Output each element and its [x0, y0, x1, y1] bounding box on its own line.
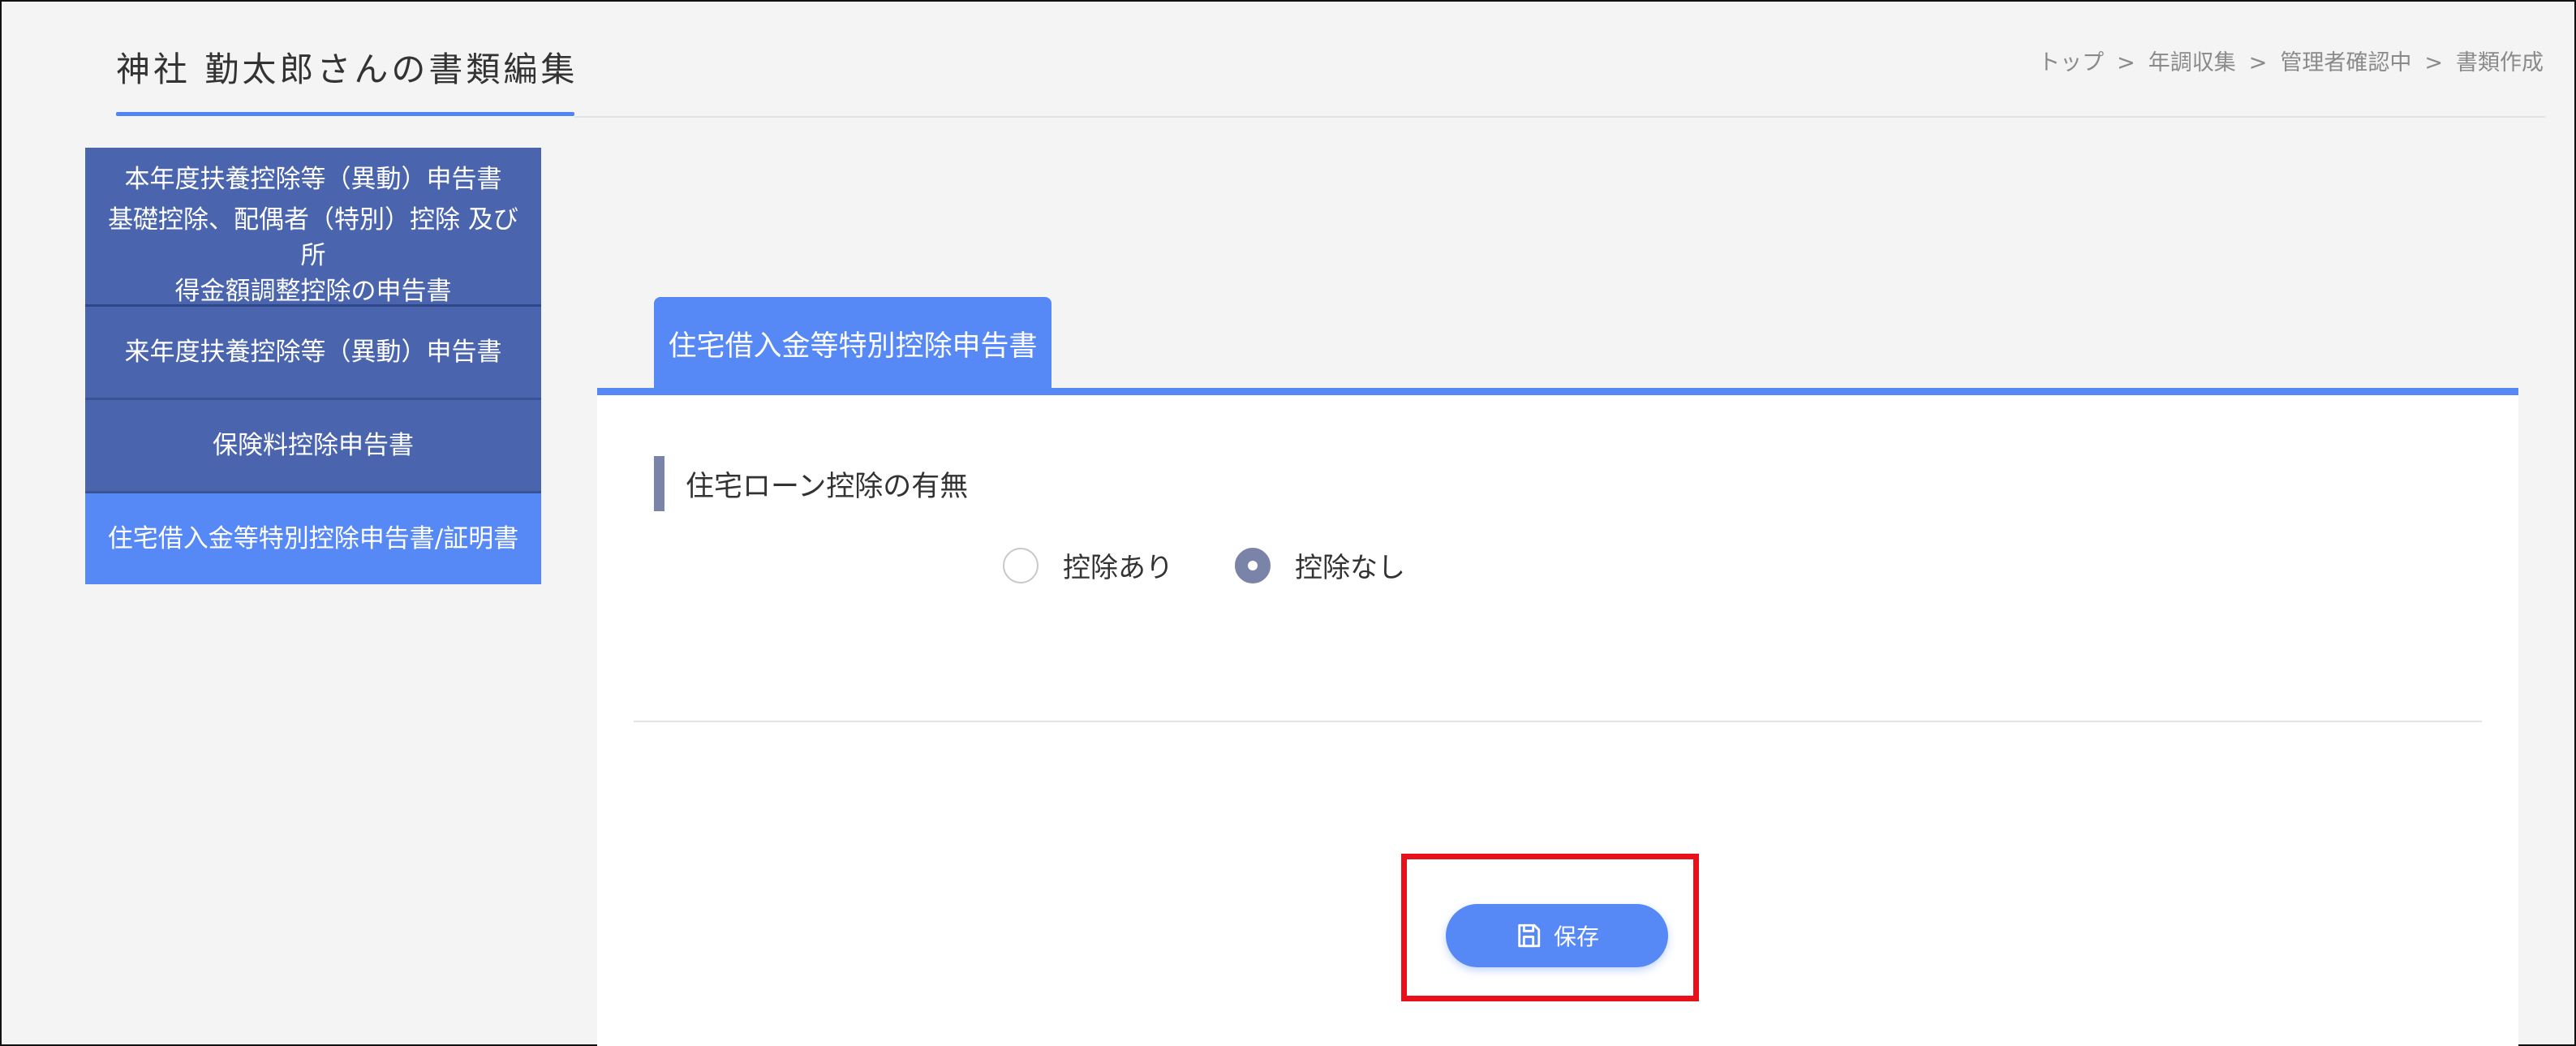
breadcrumb-admin-review[interactable]: 管理者確認中 [2280, 50, 2411, 75]
sidebar-item-label: 保険料控除申告書 [213, 431, 414, 460]
section-divider [634, 721, 2482, 722]
sidebar-item-label: 来年度扶養控除等（異動）申告書 [124, 338, 502, 367]
breadcrumb-collection[interactable]: 年調収集 [2148, 50, 2236, 75]
save-button[interactable]: 保存 [1446, 904, 1668, 967]
title-underline [116, 112, 574, 116]
sidebar: 本年度扶養控除等（異動）申告書 基礎控除、配偶者（特別）控除 及び所 得金額調整… [85, 148, 541, 584]
sidebar-item-dependent-current-year[interactable]: 本年度扶養控除等（異動）申告書 [85, 148, 541, 206]
section-accent-bar [654, 456, 664, 511]
breadcrumb-separator: > [2424, 50, 2443, 75]
radio-checked[interactable] [1235, 547, 1271, 583]
page-title: 神社 勤太郎さんの書類編集 [116, 50, 578, 89]
breadcrumb-current: 書類作成 [2456, 50, 2544, 75]
sidebar-item-label: 本年度扶養控除等（異動）申告書 [124, 165, 502, 194]
breadcrumb-separator: > [2117, 50, 2135, 75]
radio-label: 控除なし [1295, 552, 1405, 584]
tab-label: 住宅借入金等特別控除申告書 [668, 329, 1038, 363]
radio-label: 控除あり [1063, 552, 1173, 584]
breadcrumb: トップ > 年調収集 > 管理者確認中 > 書類作成 [2038, 45, 2544, 76]
sidebar-item-label: 住宅借入金等特別控除申告書/証明書 [107, 524, 519, 553]
section-title: 住宅ローン控除の有無 [686, 470, 969, 503]
header-divider [574, 116, 2545, 118]
save-button-label: 保存 [1553, 923, 1599, 950]
breadcrumb-separator: > [2248, 50, 2268, 75]
floppy-disk-icon [1518, 923, 1541, 948]
tab-housing-loan-deduction[interactable]: 住宅借入金等特別控除申告書 [654, 297, 1051, 390]
radio-unchecked[interactable] [1003, 547, 1039, 583]
form-panel: 住宅ローン控除の有無 控除あり 控除なし 保存 [597, 388, 2518, 1046]
sidebar-item-dependent-next-year[interactable]: 来年度扶養控除等（異動）申告書 [85, 307, 541, 400]
radio-option-without-deduction[interactable]: 控除なし [1235, 545, 1405, 585]
breadcrumb-top[interactable]: トップ [2038, 50, 2104, 75]
sidebar-item-insurance-deduction[interactable]: 保険料控除申告書 [85, 400, 541, 493]
deduction-radio-group: 控除あり 控除なし [1003, 545, 1467, 585]
radio-option-with-deduction[interactable]: 控除あり [1003, 545, 1173, 585]
sidebar-item-basic-spouse-deduction[interactable]: 基礎控除、配偶者（特別）控除 及び所 得金額調整控除の申告書 [85, 205, 541, 307]
sidebar-item-housing-loan-deduction[interactable]: 住宅借入金等特別控除申告書/証明書 [85, 493, 541, 584]
sidebar-item-label-line1: 基礎控除、配偶者（特別）控除 及び所 [108, 204, 518, 270]
section-heading: 住宅ローン控除の有無 [654, 456, 968, 511]
sidebar-item-label-line2: 得金額調整控除の申告書 [174, 276, 452, 306]
